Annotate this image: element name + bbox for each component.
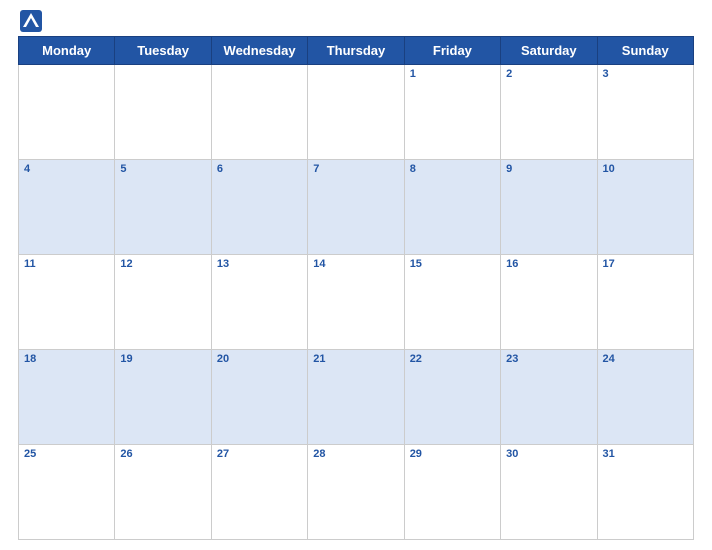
- day-number: 24: [603, 353, 688, 365]
- day-header-monday: Monday: [19, 37, 115, 65]
- calendar-cell: 13: [211, 255, 307, 350]
- day-number: 19: [120, 353, 205, 365]
- calendar-cell: [308, 65, 404, 160]
- week-row-5: 25 26 27 28 29 30 31: [19, 445, 694, 540]
- day-number: 23: [506, 353, 591, 365]
- calendar-cell: 19: [115, 350, 211, 445]
- day-number: 3: [603, 68, 688, 80]
- calendar-cell: 9: [501, 160, 597, 255]
- day-number: 7: [313, 163, 398, 175]
- day-number: 4: [24, 163, 109, 175]
- week-row-1: 123: [19, 65, 694, 160]
- calendar-cell: 4: [19, 160, 115, 255]
- calendar-cell: 20: [211, 350, 307, 445]
- calendar-cell: 27: [211, 445, 307, 540]
- calendar-cell: 18: [19, 350, 115, 445]
- calendar-cell: 11: [19, 255, 115, 350]
- calendar-cell: 7: [308, 160, 404, 255]
- calendar-cell: 2: [501, 65, 597, 160]
- day-header-thursday: Thursday: [308, 37, 404, 65]
- calendar-cell: 28: [308, 445, 404, 540]
- calendar-cell: 12: [115, 255, 211, 350]
- calendar-cell: 22: [404, 350, 500, 445]
- day-number: 22: [410, 353, 495, 365]
- day-number: 29: [410, 448, 495, 460]
- day-number: 11: [24, 258, 109, 270]
- calendar-table: MondayTuesdayWednesdayThursdayFridaySatu…: [18, 36, 694, 540]
- day-number: 12: [120, 258, 205, 270]
- day-number: 31: [603, 448, 688, 460]
- day-number: 21: [313, 353, 398, 365]
- calendar-cell: 6: [211, 160, 307, 255]
- day-number: 27: [217, 448, 302, 460]
- calendar-cell: 23: [501, 350, 597, 445]
- calendar-cell: 5: [115, 160, 211, 255]
- calendar-cell: 21: [308, 350, 404, 445]
- calendar-cell: 14: [308, 255, 404, 350]
- day-number: 10: [603, 163, 688, 175]
- day-number: 8: [410, 163, 495, 175]
- day-number: 20: [217, 353, 302, 365]
- calendar-cell: 31: [597, 445, 693, 540]
- calendar-cell: 3: [597, 65, 693, 160]
- calendar-cell: 26: [115, 445, 211, 540]
- logo: [20, 10, 50, 32]
- calendar-header: [18, 10, 694, 32]
- calendar-cell: 1: [404, 65, 500, 160]
- calendar-cell: 8: [404, 160, 500, 255]
- calendar-cell: 15: [404, 255, 500, 350]
- week-row-2: 456789 10: [19, 160, 694, 255]
- day-header-sunday: Sunday: [597, 37, 693, 65]
- day-number: 6: [217, 163, 302, 175]
- week-row-4: 18 19 20 21 22 23 24: [19, 350, 694, 445]
- day-number: 14: [313, 258, 398, 270]
- logo-icon: [20, 10, 42, 32]
- calendar-cell: [211, 65, 307, 160]
- calendar-cell: 16: [501, 255, 597, 350]
- calendar-cell: 17: [597, 255, 693, 350]
- day-number: 26: [120, 448, 205, 460]
- calendar-cell: 30: [501, 445, 597, 540]
- calendar-cell: 10: [597, 160, 693, 255]
- day-header-tuesday: Tuesday: [115, 37, 211, 65]
- day-header-saturday: Saturday: [501, 37, 597, 65]
- day-header-friday: Friday: [404, 37, 500, 65]
- day-number: 13: [217, 258, 302, 270]
- calendar-cell: [19, 65, 115, 160]
- day-number: 9: [506, 163, 591, 175]
- calendar-cell: 24: [597, 350, 693, 445]
- day-number: 25: [24, 448, 109, 460]
- day-number: 17: [603, 258, 688, 270]
- days-header-row: MondayTuesdayWednesdayThursdayFridaySatu…: [19, 37, 694, 65]
- day-number: 5: [120, 163, 205, 175]
- day-header-wednesday: Wednesday: [211, 37, 307, 65]
- calendar-cell: 25: [19, 445, 115, 540]
- day-number: 30: [506, 448, 591, 460]
- day-number: 28: [313, 448, 398, 460]
- week-row-3: 11 12 13 14 15 16 17: [19, 255, 694, 350]
- day-number: 18: [24, 353, 109, 365]
- calendar-cell: [115, 65, 211, 160]
- day-number: 15: [410, 258, 495, 270]
- day-number: 1: [410, 68, 495, 80]
- calendar-cell: 29: [404, 445, 500, 540]
- day-number: 2: [506, 68, 591, 80]
- day-number: 16: [506, 258, 591, 270]
